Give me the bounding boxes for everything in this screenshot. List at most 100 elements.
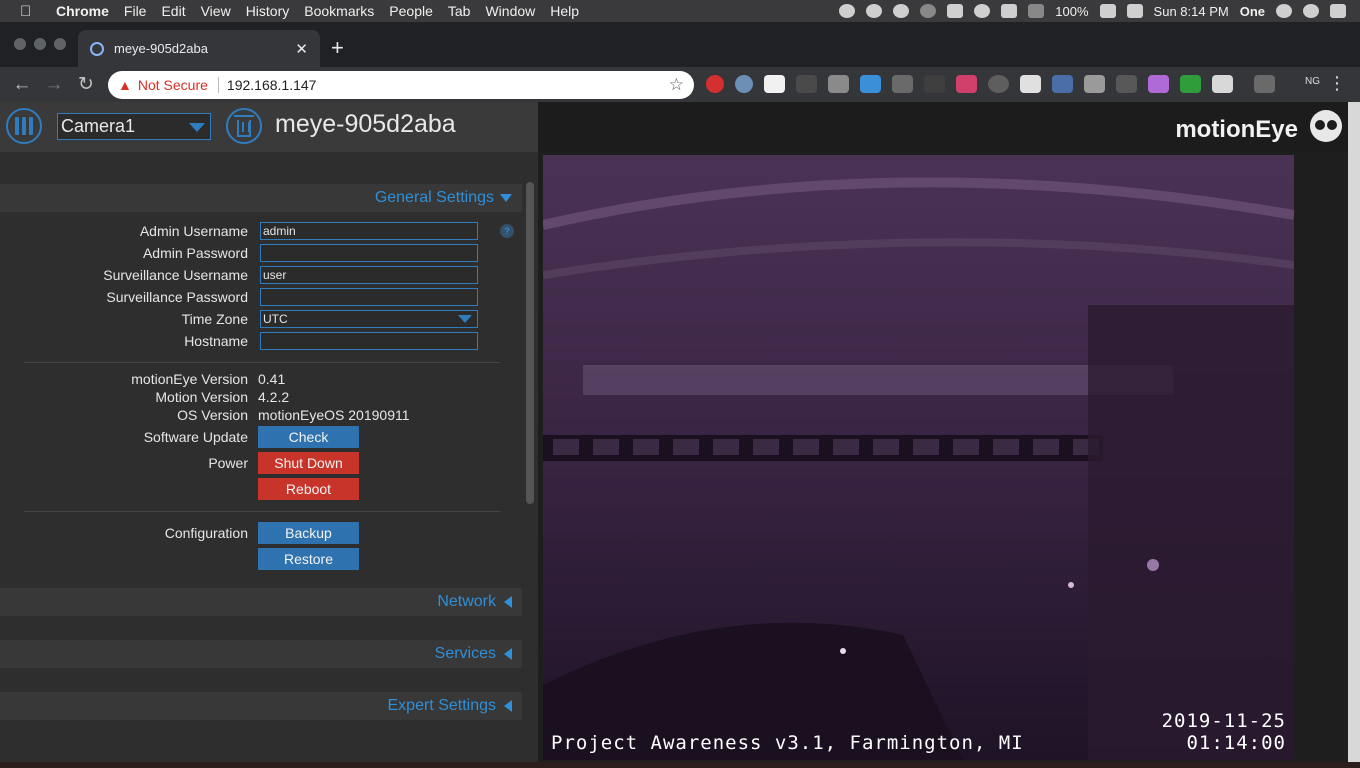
desktop-edge (0, 762, 1360, 768)
settings-scrollbar[interactable] (522, 152, 538, 768)
device-name: meye-905d2aba (275, 110, 456, 138)
cast-icon[interactable] (1254, 75, 1275, 93)
menu-help[interactable]: Help (550, 3, 579, 19)
google-icon[interactable] (893, 4, 910, 18)
camera-feed[interactable]: Project Awareness v3.1, Farmington, MI 2… (543, 155, 1294, 760)
siri-icon[interactable] (1303, 4, 1319, 18)
menu-bookmarks[interactable]: Bookmarks (304, 3, 374, 19)
menu-history[interactable]: History (246, 3, 290, 19)
notification-center-icon[interactable] (1330, 4, 1346, 18)
address-bar[interactable]: ▲ Not Secure 192.168.1.147 ☆ (108, 71, 694, 99)
extension-dark-icon[interactable] (924, 75, 945, 93)
usb-icon[interactable] (947, 4, 964, 18)
settings-menu-button[interactable] (6, 108, 42, 144)
software-update-label: Software Update (143, 429, 248, 445)
bookmark-star-icon[interactable]: ☆ (669, 75, 684, 95)
extension-green-icon[interactable] (1180, 75, 1201, 93)
menu-view[interactable]: View (201, 3, 231, 19)
extension-purple-icon[interactable] (1148, 75, 1169, 93)
profile-avatar[interactable]: NG (1305, 76, 1320, 87)
airplay-icon[interactable] (1001, 4, 1018, 18)
extension-blue-icon[interactable] (860, 75, 881, 93)
section-expert-title: Expert Settings (387, 697, 497, 714)
extension-react-icon[interactable] (988, 75, 1009, 93)
extension-z-icon[interactable] (1020, 75, 1041, 93)
sync-icon[interactable] (920, 4, 937, 18)
close-window-button[interactable] (14, 38, 26, 50)
reload-icon[interactable]: ↻ (70, 73, 102, 96)
extension-gray-icon[interactable] (828, 75, 849, 93)
restore-button[interactable]: Restore (258, 548, 359, 570)
calendar-icon[interactable] (1126, 4, 1143, 18)
section-network[interactable]: Network (0, 588, 522, 616)
extension-pink-icon[interactable] (956, 75, 977, 93)
admin-username-input[interactable]: admin (260, 222, 478, 240)
row-hostname: Hostname (0, 332, 522, 352)
browser-tab-active[interactable]: meye-905d2aba ✕ (78, 30, 320, 67)
row-admin-username: Admin Username admin ? (0, 222, 522, 242)
extension-glasses-icon[interactable] (1212, 75, 1233, 93)
scrollbar-thumb[interactable] (526, 182, 534, 504)
surveillance-username-input[interactable]: user (260, 266, 478, 284)
caret-left-icon (504, 648, 512, 660)
url-text[interactable]: 192.168.1.147 (227, 77, 669, 93)
back-icon[interactable]: ← (6, 74, 38, 96)
extension-circle-icon[interactable] (735, 75, 753, 93)
extension-w-icon[interactable] (764, 75, 785, 93)
menu-tab[interactable]: Tab (448, 3, 471, 19)
row-power: Power Shut Down (0, 452, 522, 474)
apple-icon[interactable]:  (20, 3, 40, 20)
row-motion-version: Motion Version 4.2.2 (0, 388, 522, 408)
extension-x-icon[interactable] (1052, 75, 1073, 93)
warning-icon[interactable]: ▲ (118, 77, 132, 93)
minimize-window-button[interactable] (34, 38, 46, 50)
caret-left-icon (504, 596, 512, 608)
backup-button[interactable]: Backup (258, 522, 359, 544)
view-header: motionEye (538, 102, 1348, 152)
zoom-window-button[interactable] (54, 38, 66, 50)
check-update-button[interactable]: Check (258, 426, 359, 448)
user-name[interactable]: One (1240, 4, 1265, 19)
camera-timestamp: 2019-11-25 01:14:00 (1162, 710, 1286, 754)
extension-grid-icon[interactable] (892, 75, 913, 93)
wifi-icon[interactable] (974, 4, 991, 18)
new-tab-button[interactable]: + (331, 37, 344, 59)
time-zone-select[interactable]: UTC (260, 310, 478, 328)
section-general-settings[interactable]: General Settings (0, 184, 522, 212)
surveillance-password-input[interactable] (260, 288, 478, 306)
extension-dots-icon[interactable] (796, 75, 817, 93)
extension-arrow-icon[interactable] (1116, 75, 1137, 93)
creative-cloud-icon[interactable] (866, 4, 883, 18)
remove-camera-button[interactable] (226, 108, 262, 144)
surveillance-username-label: Surveillance Username (103, 267, 248, 283)
section-divider (24, 511, 500, 512)
clock[interactable]: Sun 8:14 PM (1154, 4, 1229, 19)
shut-down-button[interactable]: Shut Down (258, 452, 359, 474)
row-restore: Restore (0, 548, 522, 570)
security-status[interactable]: Not Secure (138, 77, 208, 93)
section-expert-settings[interactable]: Expert Settings (0, 692, 522, 720)
menu-app-chrome[interactable]: Chrome (56, 3, 109, 19)
camera-select[interactable]: Camera1 (57, 113, 211, 140)
menu-people[interactable]: People (389, 3, 433, 19)
reboot-button[interactable]: Reboot (258, 478, 359, 500)
help-icon[interactable]: ? (500, 224, 514, 238)
section-services[interactable]: Services (0, 640, 522, 668)
settings-header: Camera1 meye-905d2aba (0, 102, 538, 152)
battery-icon[interactable] (1099, 4, 1116, 18)
spotlight-search-icon[interactable] (1276, 4, 1292, 18)
extension-box-icon[interactable] (1084, 75, 1105, 93)
forward-icon[interactable]: → (38, 74, 70, 96)
close-tab-icon[interactable]: ✕ (295, 40, 308, 58)
menu-window[interactable]: Window (485, 3, 535, 19)
menu-edit[interactable]: Edit (161, 3, 185, 19)
extension-shield-icon[interactable] (706, 75, 724, 93)
page-scrollbar[interactable] (1348, 102, 1360, 768)
admin-password-input[interactable] (260, 244, 478, 262)
more-menu-icon[interactable]: ⋮ (1328, 73, 1346, 94)
hostname-input[interactable] (260, 332, 478, 350)
section-divider (24, 362, 500, 363)
menu-file[interactable]: File (124, 3, 147, 19)
cloud-icon[interactable] (839, 4, 856, 18)
volume-icon[interactable] (1028, 4, 1045, 18)
